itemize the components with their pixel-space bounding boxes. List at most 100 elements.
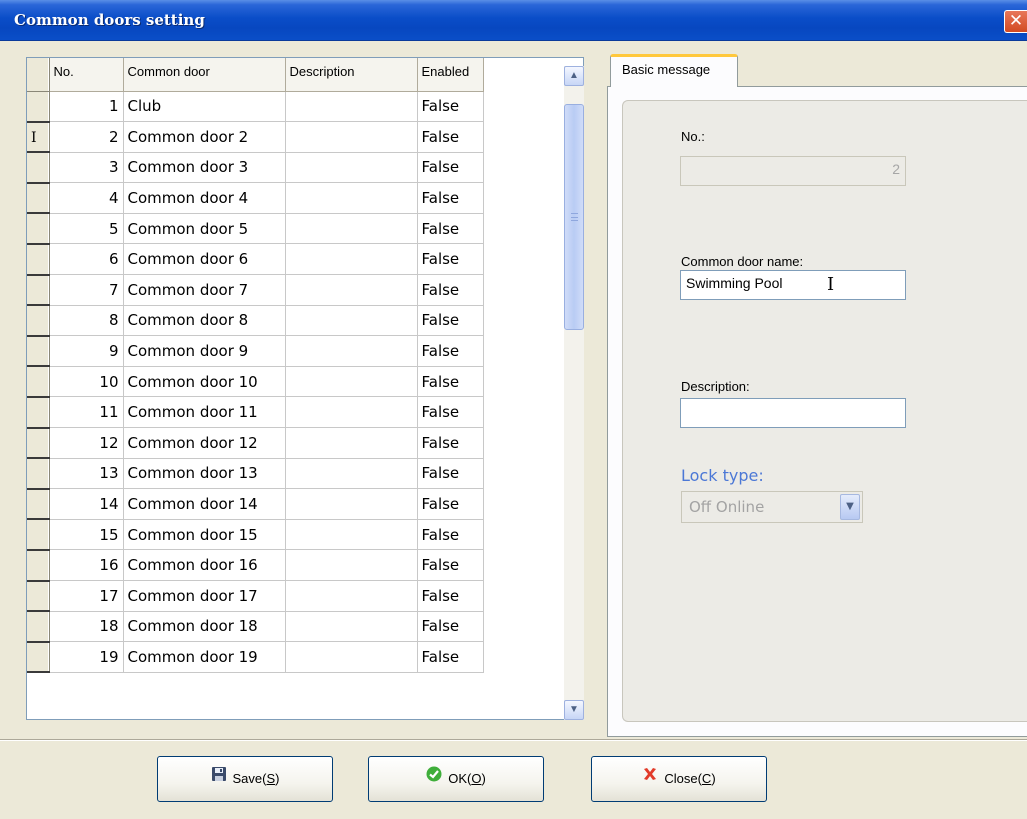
table-row[interactable]: 1 Club False bbox=[27, 90, 484, 123]
cell-no[interactable]: 2 bbox=[48, 121, 124, 153]
cell-no[interactable]: 14 bbox=[48, 488, 124, 520]
tab-basic-message[interactable]: Basic message bbox=[610, 54, 738, 87]
cell-no[interactable]: 7 bbox=[48, 274, 124, 306]
table-row[interactable]: 5 Common door 5 False bbox=[27, 212, 484, 245]
cell-no[interactable]: 1 bbox=[48, 90, 124, 123]
cell-no[interactable]: 17 bbox=[48, 580, 124, 612]
close-window-icon[interactable]: ✕ bbox=[1004, 10, 1027, 33]
cell-common-door[interactable]: Common door 7 bbox=[122, 274, 286, 306]
table-row[interactable]: 6 Common door 6 False bbox=[27, 243, 484, 276]
cell-no[interactable]: 16 bbox=[48, 549, 124, 581]
cell-enabled[interactable]: False bbox=[416, 365, 484, 398]
cell-description[interactable] bbox=[284, 243, 418, 276]
table-row[interactable]: 7 Common door 7 False bbox=[27, 274, 484, 307]
cell-enabled[interactable]: False bbox=[416, 212, 484, 245]
cell-description[interactable] bbox=[284, 518, 418, 551]
cell-description[interactable] bbox=[284, 396, 418, 429]
cell-description[interactable] bbox=[284, 549, 418, 581]
cell-enabled[interactable]: False bbox=[416, 396, 484, 429]
cell-no[interactable]: 11 bbox=[48, 396, 124, 429]
cell-common-door[interactable]: Common door 2 bbox=[122, 121, 286, 153]
cell-description[interactable] bbox=[284, 641, 418, 673]
cell-no[interactable]: 13 bbox=[48, 457, 124, 490]
scroll-up-icon[interactable]: ▲ bbox=[564, 66, 584, 86]
table-row[interactable]: 3 Common door 3 False bbox=[27, 151, 484, 184]
cell-description[interactable] bbox=[284, 457, 418, 490]
column-header-no[interactable]: No. bbox=[48, 58, 124, 92]
close-button[interactable]: Close(C) bbox=[591, 756, 767, 802]
table-row[interactable]: 18 Common door 18 False bbox=[27, 610, 484, 643]
cell-description[interactable] bbox=[284, 580, 418, 612]
cell-common-door[interactable]: Common door 18 bbox=[122, 610, 286, 643]
cell-enabled[interactable]: False bbox=[416, 151, 484, 184]
cell-description[interactable] bbox=[284, 610, 418, 643]
cell-enabled[interactable]: False bbox=[416, 121, 484, 153]
table-row[interactable]: 17 Common door 17 False bbox=[27, 580, 484, 613]
grid-vertical-scrollbar[interactable]: ▲ ▼ bbox=[564, 66, 584, 720]
cell-description[interactable] bbox=[284, 121, 418, 153]
cell-enabled[interactable]: False bbox=[416, 488, 484, 520]
cell-enabled[interactable]: False bbox=[416, 335, 484, 367]
cell-enabled[interactable]: False bbox=[416, 518, 484, 551]
column-header-description[interactable]: Description bbox=[284, 58, 418, 92]
common-door-name-field[interactable]: Swimming Pool bbox=[680, 270, 906, 300]
cell-common-door[interactable]: Common door 6 bbox=[122, 243, 286, 276]
column-header-common-door[interactable]: Common door bbox=[122, 58, 286, 92]
cell-common-door[interactable]: Common door 12 bbox=[122, 427, 286, 459]
table-row[interactable]: I 2 Common door 2 False bbox=[27, 121, 484, 154]
cell-common-door[interactable]: Common door 4 bbox=[122, 182, 286, 214]
table-row[interactable]: 16 Common door 16 False bbox=[27, 549, 484, 582]
table-row[interactable]: 13 Common door 13 False bbox=[27, 457, 484, 490]
cell-description[interactable] bbox=[284, 212, 418, 245]
cell-description[interactable] bbox=[284, 304, 418, 337]
ok-button[interactable]: OK(O) bbox=[368, 756, 544, 802]
cell-common-door[interactable]: Common door 13 bbox=[122, 457, 286, 490]
table-row[interactable]: 19 Common door 19 False bbox=[27, 641, 484, 674]
cell-common-door[interactable]: Common door 11 bbox=[122, 396, 286, 429]
table-row[interactable]: 12 Common door 12 False bbox=[27, 427, 484, 460]
cell-description[interactable] bbox=[284, 151, 418, 184]
column-header-enabled[interactable]: Enabled bbox=[416, 58, 484, 92]
table-row[interactable]: 10 Common door 10 False bbox=[27, 365, 484, 398]
cell-common-door[interactable]: Common door 8 bbox=[122, 304, 286, 337]
cell-enabled[interactable]: False bbox=[416, 304, 484, 337]
cell-enabled[interactable]: False bbox=[416, 549, 484, 581]
table-row[interactable]: 8 Common door 8 False bbox=[27, 304, 484, 337]
cell-description[interactable] bbox=[284, 182, 418, 214]
cell-common-door[interactable]: Common door 16 bbox=[122, 549, 286, 581]
cell-common-door[interactable]: Club bbox=[122, 90, 286, 123]
table-row[interactable]: 9 Common door 9 False bbox=[27, 335, 484, 368]
cell-enabled[interactable]: False bbox=[416, 90, 484, 123]
cell-description[interactable] bbox=[284, 427, 418, 459]
cell-common-door[interactable]: Common door 10 bbox=[122, 365, 286, 398]
cell-no[interactable]: 5 bbox=[48, 212, 124, 245]
cell-enabled[interactable]: False bbox=[416, 641, 484, 673]
cell-no[interactable]: 9 bbox=[48, 335, 124, 367]
cell-common-door[interactable]: Common door 19 bbox=[122, 641, 286, 673]
cell-description[interactable] bbox=[284, 488, 418, 520]
cell-description[interactable] bbox=[284, 274, 418, 306]
cell-no[interactable]: 15 bbox=[48, 518, 124, 551]
cell-enabled[interactable]: False bbox=[416, 610, 484, 643]
cell-description[interactable] bbox=[284, 365, 418, 398]
save-button[interactable]: Save(S) bbox=[157, 756, 333, 802]
cell-enabled[interactable]: False bbox=[416, 243, 484, 276]
scroll-down-icon[interactable]: ▼ bbox=[564, 700, 584, 720]
scroll-thumb[interactable] bbox=[564, 104, 584, 330]
cell-no[interactable]: 6 bbox=[48, 243, 124, 276]
cell-common-door[interactable]: Common door 3 bbox=[122, 151, 286, 184]
cell-no[interactable]: 8 bbox=[48, 304, 124, 337]
table-row[interactable]: 14 Common door 14 False bbox=[27, 488, 484, 521]
cell-enabled[interactable]: False bbox=[416, 580, 484, 612]
description-field[interactable] bbox=[680, 398, 906, 428]
cell-common-door[interactable]: Common door 5 bbox=[122, 212, 286, 245]
cell-enabled[interactable]: False bbox=[416, 457, 484, 490]
cell-enabled[interactable]: False bbox=[416, 182, 484, 214]
cell-no[interactable]: 18 bbox=[48, 610, 124, 643]
cell-no[interactable]: 12 bbox=[48, 427, 124, 459]
cell-no[interactable]: 10 bbox=[48, 365, 124, 398]
cell-no[interactable]: 19 bbox=[48, 641, 124, 673]
cell-description[interactable] bbox=[284, 90, 418, 123]
cell-common-door[interactable]: Common door 14 bbox=[122, 488, 286, 520]
cell-common-door[interactable]: Common door 15 bbox=[122, 518, 286, 551]
